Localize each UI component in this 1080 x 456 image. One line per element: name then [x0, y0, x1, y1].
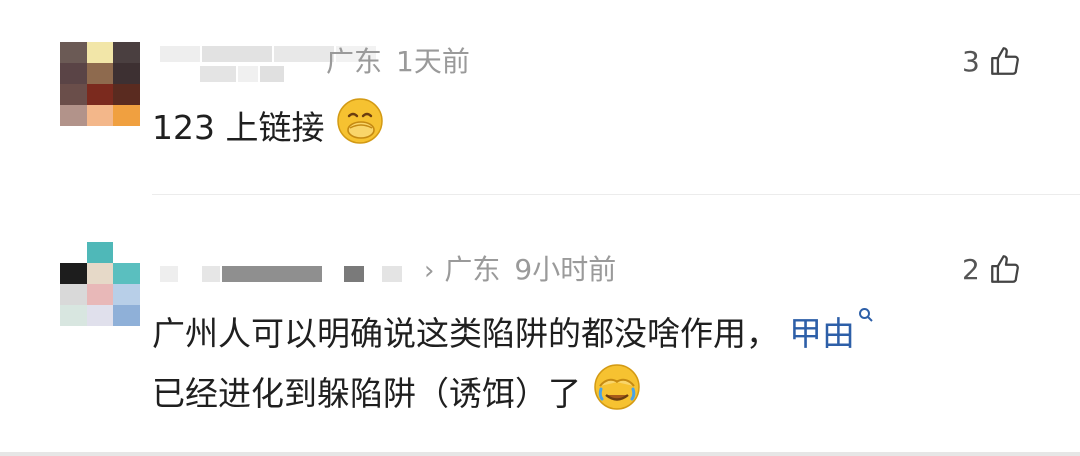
comment-text-line-2: 已经进化到躲陷阱（诱饵）了 [152, 362, 642, 429]
comment-meta: › 广东 9小时前 [424, 248, 616, 288]
location: 广东 [326, 45, 383, 78]
bottom-divider [0, 452, 1080, 456]
comment-2: › 广东 9小时前 2 广州人可以明确说这类陷阱的都没啥作用， 甲由 已经进化到躲陷阱… [0, 196, 1080, 456]
location: 广东 [444, 253, 501, 286]
like-count: 2 [962, 252, 980, 286]
avatar[interactable] [60, 42, 140, 126]
like-count: 3 [962, 44, 980, 78]
username-blurred[interactable] [160, 266, 402, 282]
comment-text-line-1: 广州人可以明确说这类陷阱的都没啥作用， 甲由 [152, 306, 875, 362]
comment-meta: 广东 1天前 [326, 40, 470, 80]
thumbs-up-icon [990, 47, 1019, 75]
search-link[interactable]: 甲由 [789, 308, 875, 353]
timestamp: 9小时前 [514, 253, 617, 286]
avatar[interactable] [60, 242, 140, 326]
search-icon [859, 308, 873, 322]
timestamp: 1天前 [396, 45, 470, 78]
username-blurred-2 [200, 66, 284, 82]
comment-1: 广东 1天前 3 123 上链接 [0, 0, 1080, 190]
comment-text: 123 上链接 [152, 96, 385, 163]
like-button[interactable]: 2 [962, 252, 1022, 286]
like-button[interactable]: 3 [962, 44, 1022, 78]
hand-over-mouth-emoji [335, 96, 385, 163]
chevron-right-icon: › [424, 256, 435, 286]
thumbs-up-icon [990, 255, 1019, 283]
face-palm-laughing-emoji [592, 362, 642, 429]
divider [152, 194, 1080, 195]
